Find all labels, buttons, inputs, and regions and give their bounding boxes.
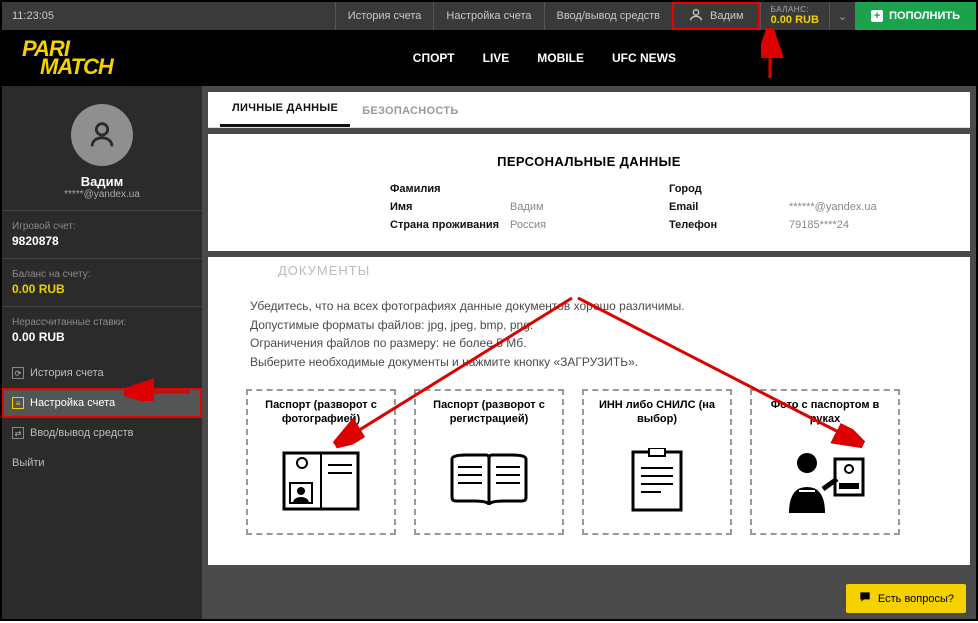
email-value: ******@yandex.ua (789, 201, 948, 213)
sidebar-item-label: Ввод/вывод средств (30, 427, 134, 439)
sidebar-balance-value: 0.00 RUB (12, 282, 192, 296)
balance-label: БАЛАНС: (771, 6, 819, 15)
top-link-funds[interactable]: Ввод/вывод средств (544, 2, 673, 30)
sidebar-item-settings[interactable]: ≡ Настройка счета (2, 388, 202, 418)
funds-icon: ⇄ (12, 427, 24, 439)
logo-line2: MATCH (40, 58, 113, 76)
sidebar-user-mail: *****@yandex.ua (64, 189, 140, 200)
settings-icon: ≡ (12, 397, 24, 409)
surname-value (510, 183, 669, 195)
nav-sport[interactable]: СПОРТ (413, 51, 455, 65)
doc-card-passport-photo[interactable]: Паспорт (разворот с фотографией) (246, 389, 396, 535)
game-account-label: Игровой счет: (12, 221, 192, 232)
sidebar: Вадим *****@yandex.ua Игровой счет: 9820… (2, 86, 202, 619)
country-value: Россия (510, 219, 669, 231)
country-label: Страна проживания (390, 219, 510, 231)
doc-line: Убедитесь, что на всех фотографиях данны… (250, 297, 932, 316)
passport-photo-icon (282, 436, 360, 526)
city-value (789, 183, 948, 195)
avatar[interactable] (71, 104, 133, 166)
replenish-button[interactable]: + ПОПОЛНИТЬ (855, 2, 976, 30)
sidebar-item-label: История счета (30, 367, 104, 379)
doc-line: Допустимые форматы файлов: jpg, jpeg, bm… (250, 316, 932, 335)
user-chip-name: Вадим (710, 10, 744, 22)
plus-icon: + (871, 10, 883, 22)
email-label: Email (669, 201, 789, 213)
tab-security[interactable]: БЕЗОПАСНОСТЬ (350, 95, 470, 127)
main-content: ЛИЧНЫЕ ДАННЫЕ БЕЗОПАСНОСТЬ ПЕРСОНАЛЬНЫЕ … (202, 86, 976, 619)
documents-instructions: Убедитесь, что на всех фотографиях данны… (250, 297, 932, 371)
doc-card-passport-reg[interactable]: Паспорт (разворот с регистрацией) (414, 389, 564, 535)
doc-card-selfie[interactable]: Фото с паспортом в руках (750, 389, 900, 535)
name-label: Имя (390, 201, 510, 213)
sidebar-nav: ⟳ История счета ≡ Настройка счета ⇄ Ввод/вы… (2, 358, 202, 478)
topbar: 11:23:05 История счета Настройка счета В… (2, 2, 976, 30)
name-value: Вадим (510, 201, 669, 213)
selfie-icon (781, 436, 869, 526)
sidebar-user-name: Вадим (81, 174, 123, 189)
sidebar-item-history[interactable]: ⟳ История счета (2, 358, 202, 388)
top-link-history[interactable]: История счета (335, 2, 434, 30)
surname-label: Фамилия (390, 183, 510, 195)
personal-data-panel: ПЕРСОНАЛЬНЫЕ ДАННЫЕ Фамилия ИмяВадим Стр… (208, 134, 970, 251)
user-chip[interactable]: Вадим (672, 2, 760, 30)
top-link-settings[interactable]: Настройка счета (433, 2, 543, 30)
documents-title: ДОКУМЕНТЫ (270, 263, 378, 278)
doc-line: Ограничения файлов по размеру: не более … (250, 334, 932, 353)
doc-card-title: ИНН либо СНИЛС (на выбор) (590, 399, 724, 425)
history-icon: ⟳ (12, 367, 24, 379)
tabs: ЛИЧНЫЕ ДАННЫЕ БЕЗОПАСНОСТЬ (208, 92, 970, 128)
city-label: Город (669, 183, 789, 195)
doc-card-title: Паспорт (разворот с фотографией) (254, 399, 388, 425)
sidebar-item-label: Настройка счета (30, 397, 115, 409)
user-icon (688, 7, 704, 26)
game-account-value: 9820878 (12, 234, 192, 248)
personal-data-title: ПЕРСОНАЛЬНЫЕ ДАННЫЕ (230, 154, 948, 169)
logo[interactable]: PARI MATCH (22, 40, 113, 75)
replenish-label: ПОПОЛНИТЬ (889, 10, 960, 22)
balance-box: БАЛАНС: 0.00 RUB (760, 2, 829, 30)
passport-reg-icon (446, 436, 532, 526)
questions-label: Есть вопросы? (878, 593, 954, 605)
sidebar-item-funds[interactable]: ⇄ Ввод/вывод средств (2, 418, 202, 448)
nav-ufc[interactable]: UFC NEWS (612, 51, 676, 65)
sidebar-balance-label: Баланс на счету: (12, 269, 192, 280)
phone-value: 79185****24 (789, 219, 948, 231)
unsettled-label: Нерассчитанные ставки: (12, 317, 192, 328)
tab-personal[interactable]: ЛИЧНЫЕ ДАННЫЕ (220, 92, 350, 127)
doc-card-title: Фото с паспортом в руках (758, 399, 892, 425)
doc-card-inn-snils[interactable]: ИНН либо СНИЛС (на выбор) (582, 389, 732, 535)
main-nav: СПОРТ LIVE MOBILE UFC NEWS (413, 51, 676, 65)
document-icon (629, 436, 685, 526)
questions-button[interactable]: Есть вопросы? (846, 584, 966, 613)
sidebar-item-label: Выйти (12, 457, 45, 469)
header: PARI MATCH СПОРТ LIVE MOBILE UFC NEWS (2, 30, 976, 86)
chat-icon (858, 590, 872, 607)
nav-mobile[interactable]: MOBILE (537, 51, 584, 65)
balance-chevron-icon[interactable]: ⌄ (829, 2, 855, 30)
unsettled-value: 0.00 RUB (12, 330, 192, 344)
sidebar-item-logout[interactable]: Выйти (2, 448, 202, 478)
balance-value: 0.00 RUB (771, 14, 819, 26)
documents-panel: ДОКУМЕНТЫ Убедитесь, что на всех фотогра… (208, 257, 970, 565)
doc-line: Выберите необходимые документы и нажмите… (250, 353, 932, 372)
doc-card-title: Паспорт (разворот с регистрацией) (422, 399, 556, 425)
phone-label: Телефон (669, 219, 789, 231)
clock: 11:23:05 (2, 10, 64, 22)
nav-live[interactable]: LIVE (483, 51, 510, 65)
